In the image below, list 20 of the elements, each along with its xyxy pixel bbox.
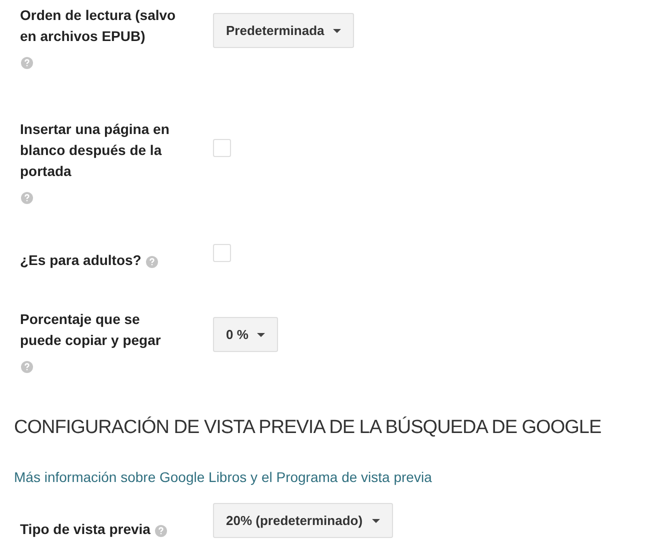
caret-icon — [372, 518, 380, 522]
help-icon[interactable] — [21, 361, 33, 373]
section-heading: CONFIGURACIÓN DE VISTA PREVIA DE LA BÚSQUEDA DE GOOGLE — [14, 417, 602, 439]
help-icon[interactable] — [21, 192, 33, 204]
dropdown[interactable]: 0 % — [213, 317, 278, 352]
checkbox[interactable] — [213, 139, 231, 157]
help-icon[interactable] — [21, 57, 33, 69]
setting-label: Porcentaje que se puede copiar y pegar — [20, 310, 162, 350]
setting-label: ¿Es para adultos? — [20, 251, 142, 270]
dropdown[interactable]: 20% (predeterminado) — [213, 503, 393, 538]
setting-label: Tipo de vista previa — [20, 520, 150, 539]
caret-icon — [333, 28, 342, 32]
help-icon[interactable] — [146, 256, 158, 268]
checkbox[interactable] — [213, 244, 231, 262]
help-icon[interactable] — [155, 525, 168, 537]
info-link[interactable]: Más información sobre Google Libros y el Programa de vista previa — [14, 469, 650, 485]
caret-icon — [257, 332, 266, 336]
dropdown[interactable]: Predeterminada — [213, 13, 354, 48]
setting-label: Orden de lectura (salvo en archivos EPUB) — [20, 6, 177, 46]
setting-label: Insertar una página en blanco después de la portada — [20, 120, 170, 181]
